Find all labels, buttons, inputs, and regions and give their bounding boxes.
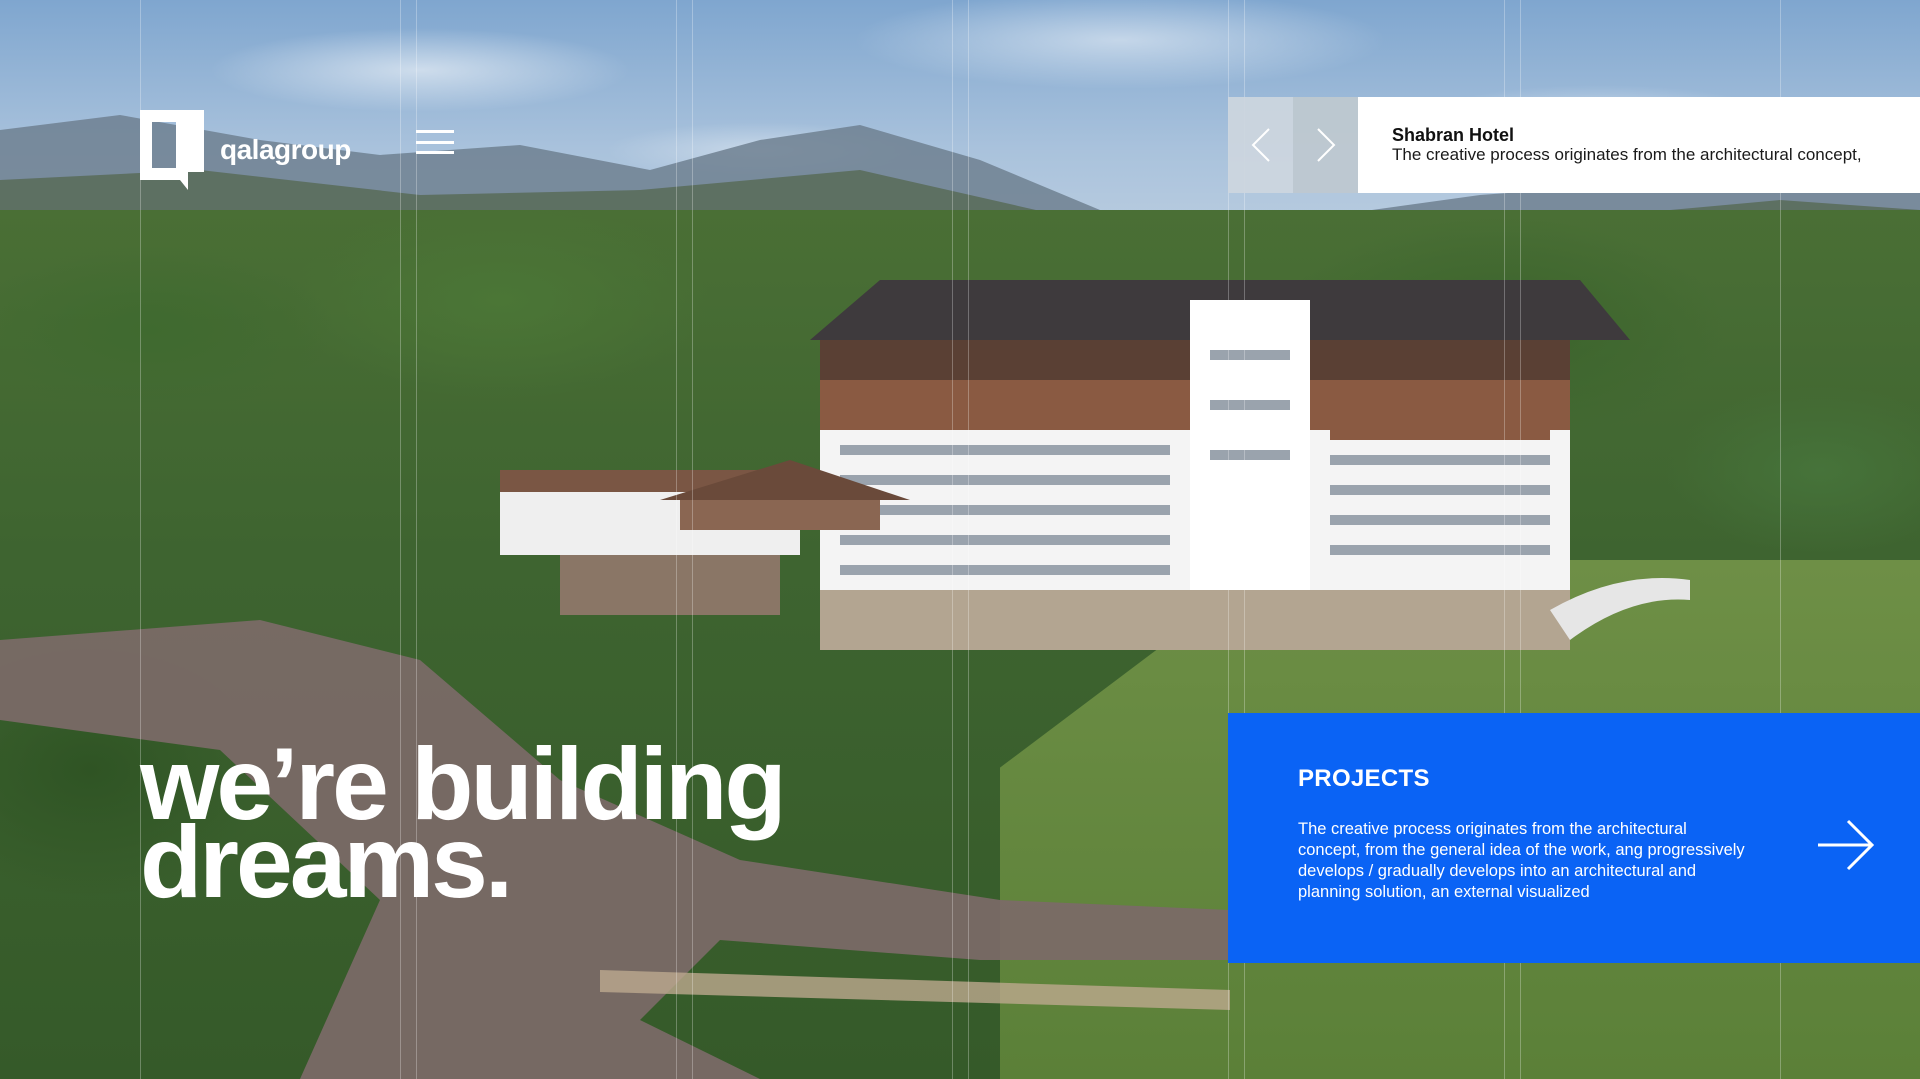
slider-next-button[interactable] <box>1293 97 1358 193</box>
slider-project-description: The creative process originates from the… <box>1392 145 1862 164</box>
hero-headline: we’re building dreams. <box>140 733 787 913</box>
project-slider: Shabran Hotel The creative process origi… <box>1228 97 1920 193</box>
grid-line <box>952 0 953 1079</box>
chevron-left-icon <box>1251 128 1270 162</box>
arrow-right-icon[interactable] <box>1816 819 1876 871</box>
brand-logo-link[interactable]: qalagroup <box>140 110 351 190</box>
qala-logo-mark <box>140 110 204 190</box>
slider-prev-button[interactable] <box>1228 97 1293 193</box>
slider-project-info[interactable]: Shabran Hotel The creative process origi… <box>1358 97 1920 193</box>
projects-panel[interactable]: PROJECTS The creative process originates… <box>1228 713 1920 963</box>
hamburger-menu-icon[interactable] <box>416 130 454 154</box>
brand-name: qalagroup <box>220 134 351 165</box>
grid-line <box>692 0 693 1079</box>
hotel-building <box>500 280 1690 650</box>
projects-description: The creative process originates from the… <box>1298 820 1745 901</box>
projects-title: PROJECTS <box>1298 765 1430 792</box>
slider-project-title: Shabran Hotel <box>1392 125 1515 145</box>
grid-line <box>968 0 969 1079</box>
chevron-right-icon <box>1316 128 1335 162</box>
grid-line <box>676 0 677 1079</box>
